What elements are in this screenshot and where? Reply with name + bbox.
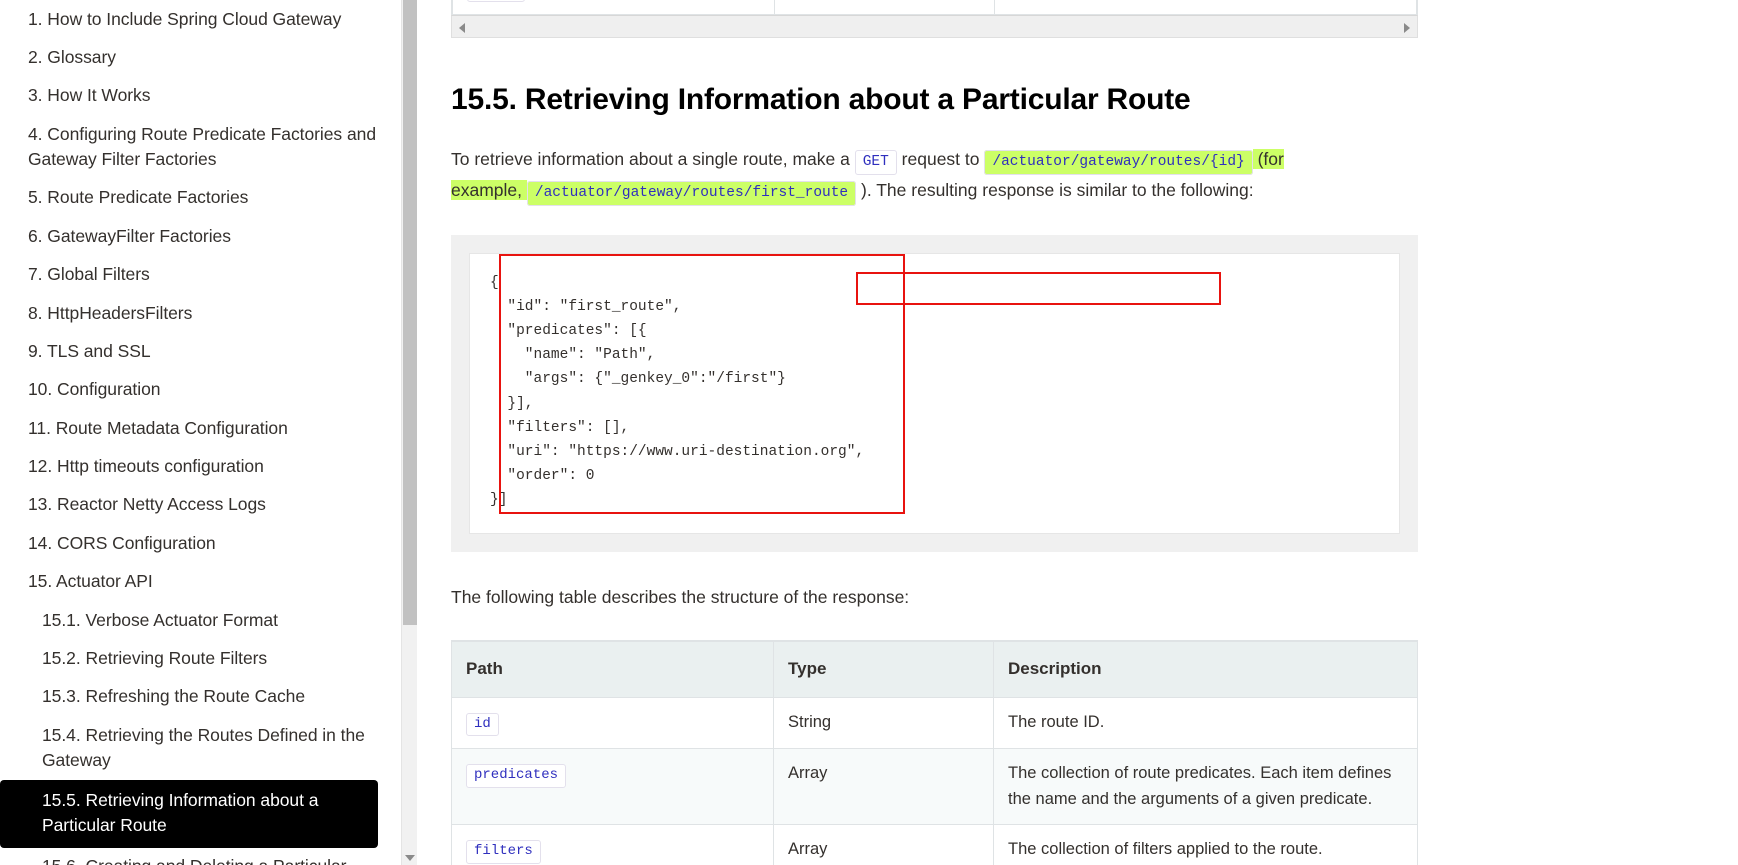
chevron-down-icon[interactable] (405, 855, 415, 861)
toc-item-15[interactable]: 15. Actuator API (0, 563, 400, 601)
http-method-badge: GET (854, 149, 897, 175)
toc-item-20[interactable]: 15.5. Retrieving Information about a Par… (0, 779, 378, 848)
table-cell-description: The route ID. (993, 696, 1418, 750)
table-cell-type: String (773, 696, 994, 750)
toc-item-17[interactable]: 15.2. Retrieving Route Filters (0, 639, 400, 677)
table-row: id String The route ID. (451, 696, 1418, 750)
paragraph-text-2: request to (896, 148, 985, 169)
example-path-code-highlighted: /actuator/gateway/routes/first_route (526, 181, 857, 207)
chevron-left-icon[interactable] (459, 22, 465, 33)
toc-list: 1. How to Include Spring Cloud Gateway 2.… (0, 0, 400, 865)
toc-item-4[interactable]: 4. Configuring Route Predicate Factories… (0, 115, 400, 179)
content-inner: order Number The route order. 15.5. Retr… (451, 0, 1451, 865)
table-cell-type: Number (774, 0, 995, 15)
page-vertical-scrollbar[interactable] (401, 0, 417, 865)
toc-item-10[interactable]: 10. Configuration (0, 371, 400, 409)
table-head: Path Type Description (451, 641, 1418, 698)
toc-item-9[interactable]: 9. TLS and SSL (0, 332, 400, 370)
toc-item-18[interactable]: 15.3. Refreshing the Route Cache (0, 678, 400, 716)
table-row: order Number The route order. (452, 0, 1417, 15)
scrollbar-thumb[interactable] (403, 0, 417, 625)
previous-table: order Number The route order. (452, 0, 1417, 15)
toc-item-19[interactable]: 15.4. Retrieving the Routes Defined in t… (0, 716, 400, 780)
table-cell-description: The collection of route predicates. Each… (993, 748, 1418, 826)
main-content: order Number The route order. 15.5. Retr… (418, 0, 1738, 865)
code-token-predicates: predicates (466, 764, 567, 789)
code-token-order: order (467, 0, 526, 2)
toc-item-13[interactable]: 13. Reactor Netty Access Logs (0, 486, 400, 524)
toc-item-2[interactable]: 2. Glossary (0, 38, 400, 76)
table-cell-path: filters (451, 824, 774, 865)
intro-paragraph-wrapper: To retrieve information about a single r… (451, 144, 1451, 305)
json-response-code: { "id": "first_route", "predicates": [{ … (490, 274, 865, 509)
toc-item-12[interactable]: 12. Http timeouts configuration (0, 448, 400, 486)
toc-item-21[interactable]: 15.6. Creating and Deleting a Particular… (0, 848, 400, 865)
chevron-right-icon[interactable] (1404, 22, 1410, 33)
toc-item-7[interactable]: 7. Global Filters (0, 256, 400, 294)
table-intro-paragraph: The following table describes the struct… (451, 586, 910, 607)
documentation-page: 1. How to Include Spring Cloud Gateway 2.… (0, 0, 1738, 865)
table-of-contents-sidebar[interactable]: 1. How to Include Spring Cloud Gateway 2.… (0, 0, 400, 865)
table-row: filters Array The collection of filters ap… (451, 824, 1418, 865)
table-cell-path: order (452, 0, 775, 15)
table-body: id String The route ID. predicates Array The … (451, 696, 1418, 865)
endpoint-code-highlighted: /actuator/gateway/routes/{id} (984, 149, 1253, 175)
previous-section-table: order Number The route order. (451, 0, 1418, 15)
table-cell-description: The route order. (994, 0, 1417, 15)
table-cell-path: id (451, 696, 774, 750)
column-header-description: Description (993, 641, 1418, 698)
table-row: predicates Array The collection of route p… (451, 748, 1418, 826)
toc-item-11[interactable]: 11. Route Metadata Configuration (0, 409, 400, 447)
toc-item-3[interactable]: 3. How It Works (0, 77, 400, 115)
table-horizontal-scrollbar[interactable] (451, 14, 1418, 38)
table-header-row: Path Type Description (451, 641, 1418, 698)
code-token-id: id (466, 712, 499, 737)
table-cell-description: The collection of filters applied to the… (993, 824, 1418, 865)
code-listing-inner: { "id": "first_route", "predicates": [{ … (469, 252, 1400, 534)
table-cell-type: Array (773, 824, 994, 865)
table-cell-path: predicates (451, 748, 774, 826)
toc-item-6[interactable]: 6. GatewayFilter Factories (0, 217, 400, 255)
paragraph-text-1: To retrieve information about a single r… (451, 148, 855, 169)
code-token-filters: filters (466, 840, 541, 865)
response-structure-table-wrapper: Path Type Description id String The route … (451, 640, 1418, 865)
table-cell-type: Array (773, 748, 994, 826)
code-listing-block: { "id": "first_route", "predicates": [{ … (451, 234, 1418, 552)
intro-paragraph: To retrieve information about a single r… (451, 144, 1351, 207)
page-title: 15.5. Retrieving Information about a Par… (451, 82, 1191, 116)
toc-item-16[interactable]: 15.1. Verbose Actuator Format (0, 601, 400, 639)
paragraph-text-4: ). The resulting response is similar to … (856, 180, 1254, 201)
toc-item-14[interactable]: 14. CORS Configuration (0, 524, 400, 562)
column-header-path: Path (451, 641, 774, 698)
column-header-type: Type (773, 641, 994, 698)
toc-item-8[interactable]: 8. HttpHeadersFilters (0, 294, 400, 332)
toc-item-5[interactable]: 5. Route Predicate Factories (0, 179, 400, 217)
response-structure-table: Path Type Description id String The route … (451, 641, 1418, 865)
toc-item-1[interactable]: 1. How to Include Spring Cloud Gateway (0, 0, 400, 38)
